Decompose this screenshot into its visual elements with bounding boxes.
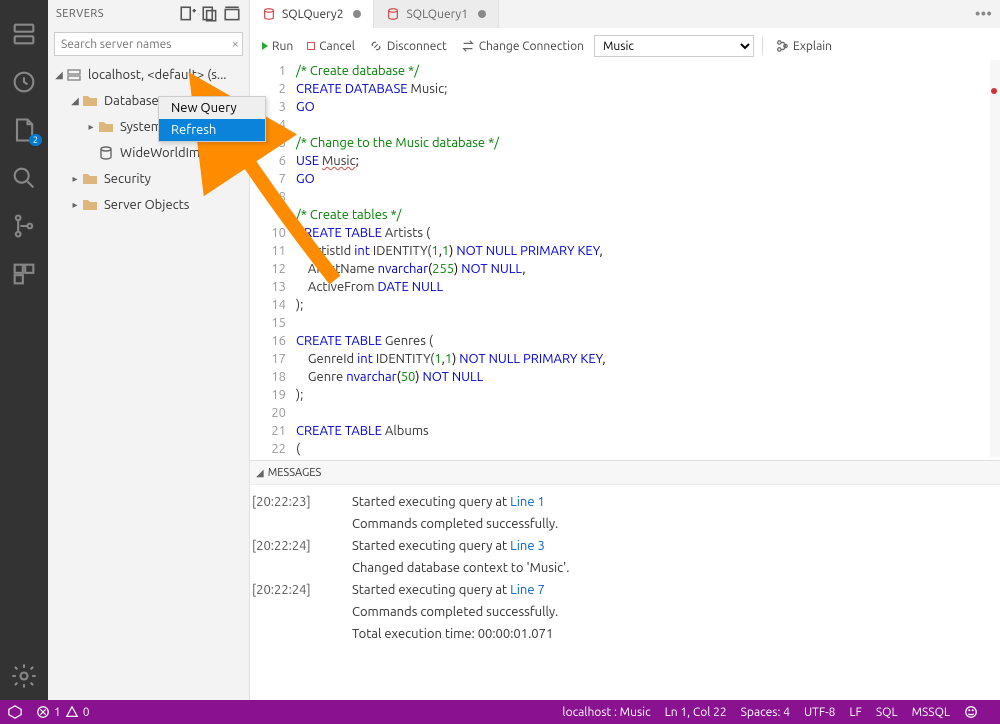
message-link[interactable]: Line 1 xyxy=(510,495,545,509)
cancel-button[interactable]: Cancel xyxy=(303,38,359,55)
messages-body: [20:22:23]Started executing query at Lin… xyxy=(250,485,1000,651)
chevron-right-icon: ▸ xyxy=(86,121,96,133)
status-cursor[interactable]: Ln 1, Col 22 xyxy=(665,706,727,719)
tab-overflow-icon[interactable]: ••• xyxy=(967,0,1000,28)
source-control-icon[interactable] xyxy=(10,212,38,240)
messages-header[interactable]: ◢ MESSAGES xyxy=(250,461,1000,485)
settings-gear-icon[interactable] xyxy=(10,662,38,690)
modified-dot-icon xyxy=(353,10,361,18)
status-encoding[interactable]: UTF-8 xyxy=(804,706,835,719)
new-connection-icon[interactable] xyxy=(179,5,197,23)
message-timestamp: [20:22:23] xyxy=(252,491,352,513)
explain-label: Explain xyxy=(793,40,832,53)
run-button[interactable]: Run xyxy=(258,38,297,55)
chevron-down-icon: ◢ xyxy=(54,69,64,81)
status-bar: 1 0 localhost : Music Ln 1, Col 22 Space… xyxy=(0,700,1000,724)
message-timestamp: [20:22:24] xyxy=(252,535,352,557)
collapse-all-icon[interactable] xyxy=(223,5,241,23)
chevron-right-icon: ▸ xyxy=(70,173,80,185)
tree-label: Security xyxy=(104,172,151,186)
clear-search-icon[interactable]: × xyxy=(232,37,239,51)
play-icon xyxy=(262,42,268,50)
servers-view-icon[interactable] xyxy=(10,20,38,48)
messages-panel: ◢ MESSAGES [20:22:23]Started executing q… xyxy=(250,460,1000,700)
explorer-icon[interactable]: 2 xyxy=(10,116,38,144)
message-text: Started executing query at xyxy=(352,583,510,597)
tree-label: Databases xyxy=(104,94,164,108)
tree-security[interactable]: ▸ Security xyxy=(48,166,249,192)
status-language[interactable]: SQL xyxy=(876,706,898,719)
messages-title: MESSAGES xyxy=(268,467,322,479)
tab-label: SQLQuery2 xyxy=(282,8,343,21)
explain-button[interactable]: Explain xyxy=(771,37,836,55)
message-text: Commands completed successfully. xyxy=(252,513,998,535)
editor-tabs: SQLQuery2 SQLQuery1 ••• xyxy=(250,0,1000,28)
tree-db-wideworldimporters[interactable]: ▸ WideWorldImpor xyxy=(48,140,249,166)
status-remote-icon[interactable] xyxy=(8,705,22,719)
message-timestamp: [20:22:24] xyxy=(252,579,352,601)
explorer-badge: 2 xyxy=(29,134,42,146)
message-link[interactable]: Line 3 xyxy=(510,539,545,553)
tree-server-objects[interactable]: ▸ Server Objects xyxy=(48,192,249,218)
toolbar-separator xyxy=(762,37,763,55)
server-search[interactable]: × xyxy=(54,32,243,56)
run-label: Run xyxy=(272,40,293,53)
message-text: Changed database context to 'Music'. xyxy=(252,557,998,579)
server-search-input[interactable] xyxy=(54,32,243,56)
query-toolbar: Run Cancel Disconnect Change Connection … xyxy=(258,32,1000,60)
disconnect-label: Disconnect xyxy=(387,40,447,53)
message-link[interactable]: Line 7 xyxy=(510,583,545,597)
status-serverkind[interactable]: MSSQL xyxy=(912,706,950,719)
message-text: Total execution time: 00:00:01.071 xyxy=(252,623,998,645)
activity-bar: 2 xyxy=(0,0,48,700)
tab-sqlquery1[interactable]: SQLQuery1 xyxy=(374,0,498,28)
message-text: Commands completed successfully. xyxy=(252,601,998,623)
sql-editor[interactable]: 12345678910111213141516171819202122 /* C… xyxy=(250,60,1000,457)
sidebar-title: SERVERS xyxy=(56,8,175,20)
status-feedback-icon[interactable] xyxy=(964,705,978,719)
menu-item-new-query[interactable]: New Query xyxy=(159,97,265,119)
status-connection[interactable]: localhost : Music xyxy=(562,706,650,719)
context-menu: New Query Refresh xyxy=(158,96,266,142)
cancel-label: Cancel xyxy=(319,40,355,53)
status-spaces[interactable]: Spaces: 4 xyxy=(741,706,790,719)
tree-label: localhost, <default> (s... xyxy=(88,68,227,82)
history-icon[interactable] xyxy=(10,68,38,96)
minimap[interactable] xyxy=(990,60,1000,457)
status-warning-count: 0 xyxy=(83,706,90,719)
tree-server-localhost[interactable]: ◢ localhost, <default> (s... xyxy=(48,62,249,88)
stop-icon xyxy=(307,42,315,50)
chevron-down-icon: ◢ xyxy=(256,467,264,479)
chevron-right-icon: ▸ xyxy=(70,199,80,211)
code-area[interactable]: /* Create database */ CREATE DATABASE Mu… xyxy=(296,60,1000,457)
error-marker-icon xyxy=(991,88,997,94)
modified-dot-icon xyxy=(478,10,486,18)
search-icon[interactable] xyxy=(10,164,38,192)
new-group-icon[interactable] xyxy=(201,5,219,23)
status-error-count: 1 xyxy=(54,706,61,719)
menu-item-refresh[interactable]: Refresh xyxy=(159,119,265,141)
message-text: Started executing query at xyxy=(352,539,510,553)
tree-label: System xyxy=(120,120,162,134)
message-text: Started executing query at xyxy=(352,495,510,509)
tab-sqlquery2[interactable]: SQLQuery2 xyxy=(250,0,374,28)
disconnect-button[interactable]: Disconnect xyxy=(365,37,451,55)
change-connection-label: Change Connection xyxy=(479,40,584,53)
change-connection-button[interactable]: Change Connection xyxy=(457,37,588,55)
tree-label: WideWorldImpor xyxy=(120,146,220,160)
tree-label: Server Objects xyxy=(104,198,189,212)
tab-label: SQLQuery1 xyxy=(406,8,467,21)
database-select[interactable]: Music xyxy=(594,35,754,57)
chevron-down-icon: ◢ xyxy=(70,95,80,107)
sidebar-header: SERVERS xyxy=(48,0,249,28)
status-eol[interactable]: LF xyxy=(849,706,861,719)
extensions-icon[interactable] xyxy=(10,260,38,288)
status-problems[interactable]: 1 0 xyxy=(36,705,90,719)
